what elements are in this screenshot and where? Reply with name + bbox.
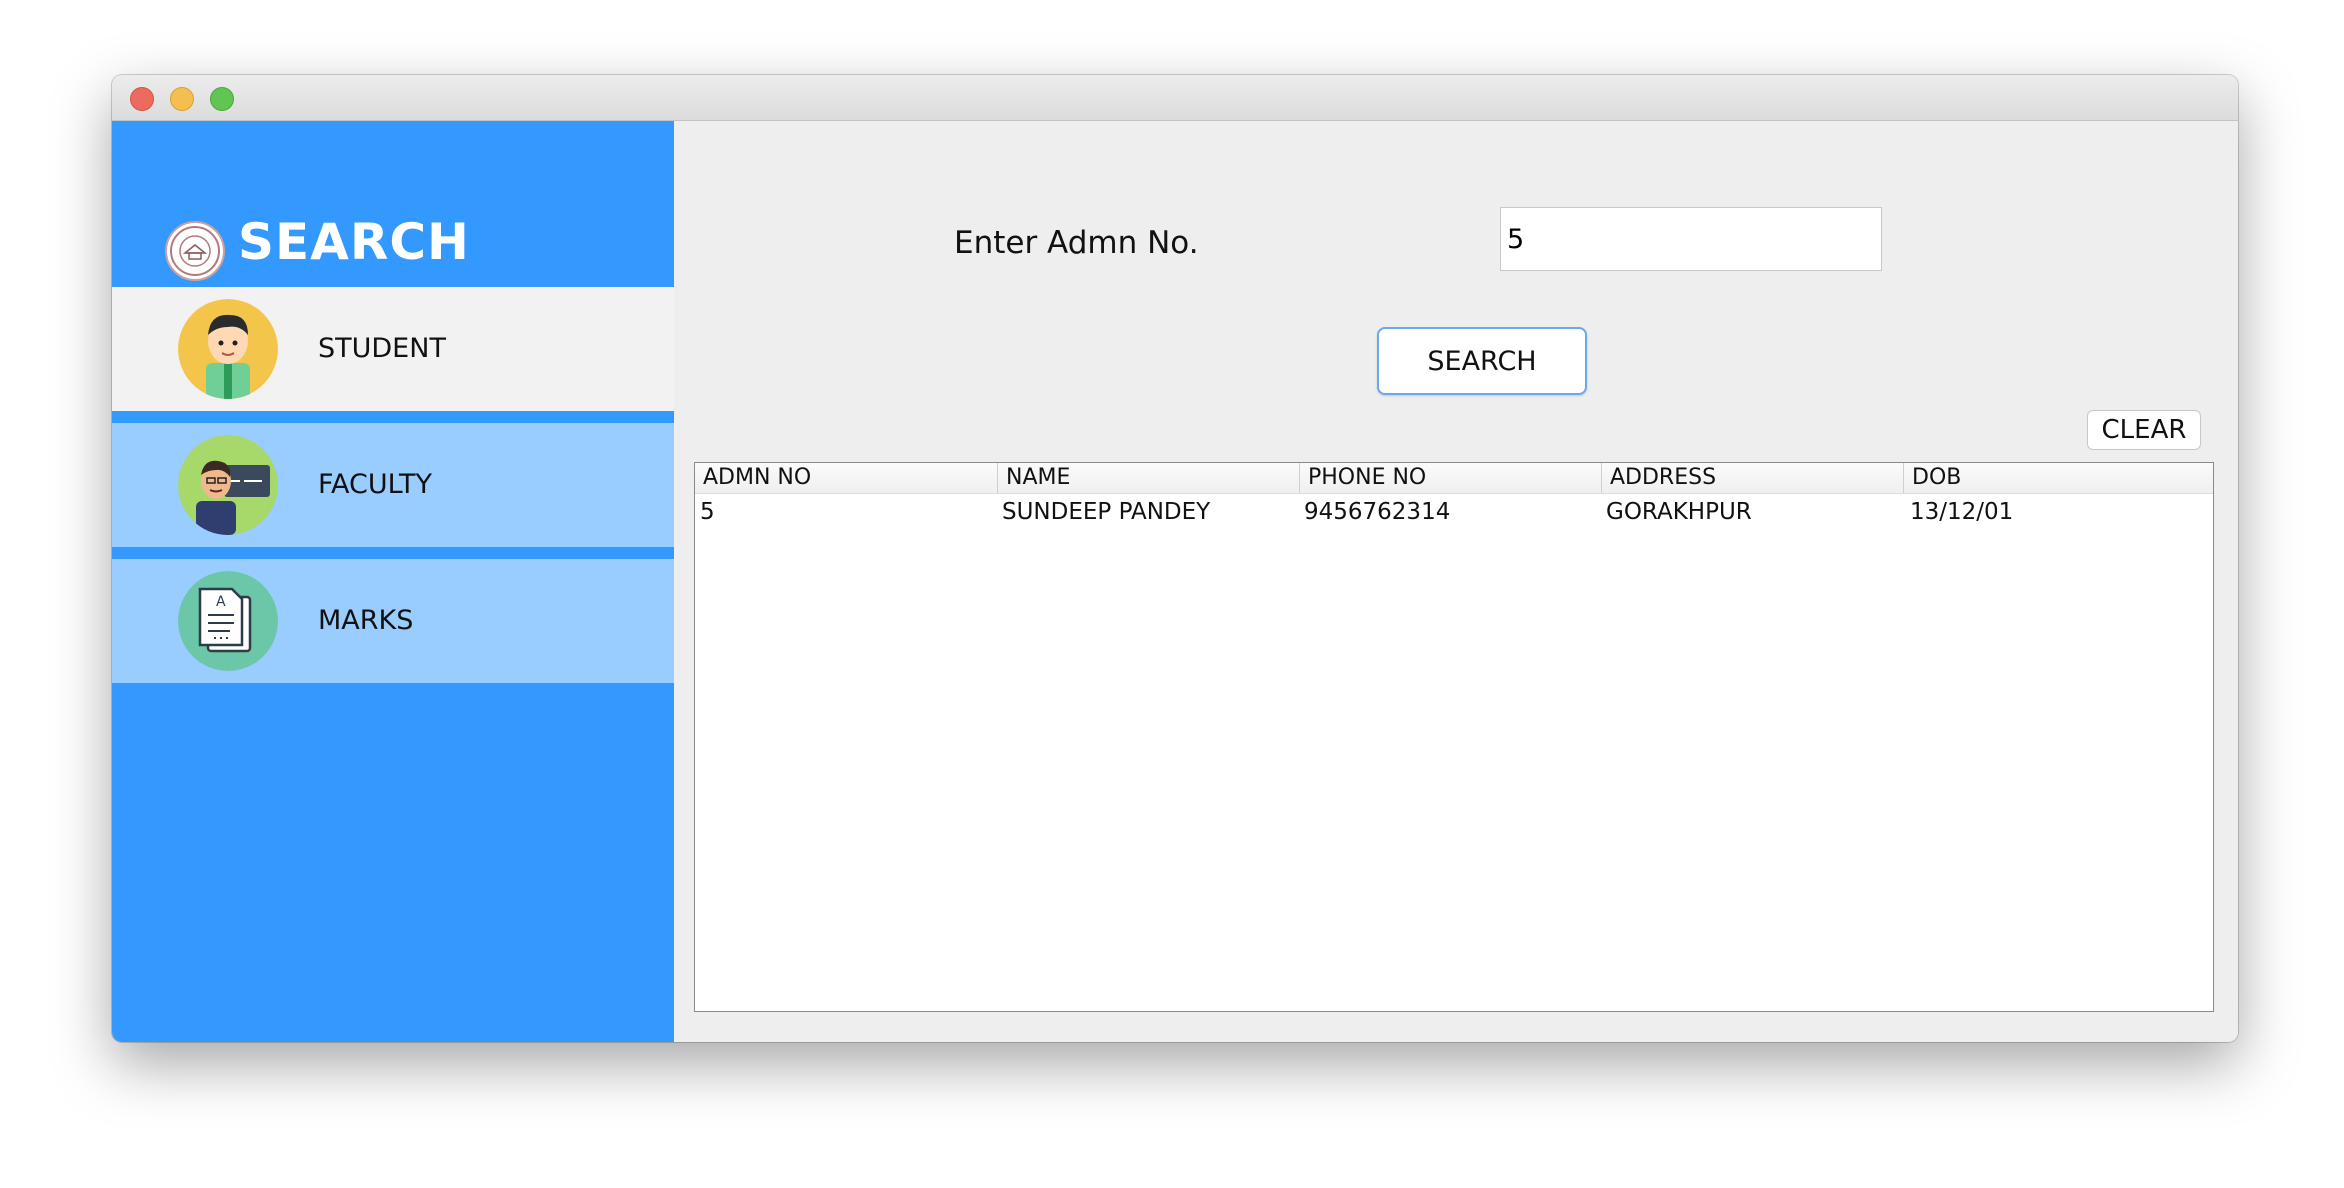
column-header-admn-no[interactable]: ADMN NO — [695, 463, 997, 493]
column-header-name[interactable]: NAME — [997, 463, 1299, 493]
column-header-address[interactable]: ADDRESS — [1601, 463, 1903, 493]
admn-no-label: Enter Admn No. — [954, 225, 1199, 261]
sidebar-item-student[interactable]: STUDENT — [112, 287, 674, 411]
cell-dob: 13/12/01 — [1910, 499, 2014, 525]
admn-no-input[interactable] — [1500, 207, 1882, 271]
sidebar-item-faculty[interactable]: FACULTY — [112, 423, 674, 547]
minimize-window-button[interactable] — [170, 87, 194, 111]
main-content: Enter Admn No. SEARCH CLEAR ADMN NO NAME… — [674, 121, 2238, 1042]
title-bar — [112, 75, 2238, 121]
clear-button[interactable]: CLEAR — [2087, 410, 2201, 450]
sidebar-item-label: STUDENT — [318, 333, 446, 364]
faculty-avatar-icon — [178, 435, 278, 535]
table-header: ADMN NO NAME PHONE NO ADDRESS DOB — [695, 463, 2213, 494]
results-table[interactable]: ADMN NO NAME PHONE NO ADDRESS DOB 5 SUND… — [694, 462, 2214, 1012]
sidebar-item-marks[interactable]: A MARKS — [112, 559, 674, 683]
document-icon: A — [178, 571, 278, 671]
search-button[interactable]: SEARCH — [1377, 327, 1587, 395]
cell-address: GORAKHPUR — [1606, 499, 1752, 525]
sidebar: SEARCH STUDENT FACULTY A MARKS — [112, 121, 674, 1042]
student-avatar-icon — [178, 299, 278, 399]
cell-phone-no: 9456762314 — [1304, 499, 1451, 525]
college-logo-icon — [165, 221, 225, 281]
svg-text:A: A — [216, 594, 226, 610]
cell-admn-no: 5 — [700, 499, 715, 525]
column-header-dob[interactable]: DOB — [1903, 463, 2205, 493]
maximize-window-button[interactable] — [210, 87, 234, 111]
cell-name: SUNDEEP PANDEY — [1002, 499, 1211, 525]
close-window-button[interactable] — [130, 87, 154, 111]
sidebar-title: SEARCH — [238, 213, 470, 271]
column-header-phone-no[interactable]: PHONE NO — [1299, 463, 1601, 493]
sidebar-item-label: MARKS — [318, 605, 414, 636]
sidebar-item-label: FACULTY — [318, 469, 432, 500]
app-window: SEARCH STUDENT FACULTY A MARKS Enter Adm… — [112, 75, 2238, 1042]
